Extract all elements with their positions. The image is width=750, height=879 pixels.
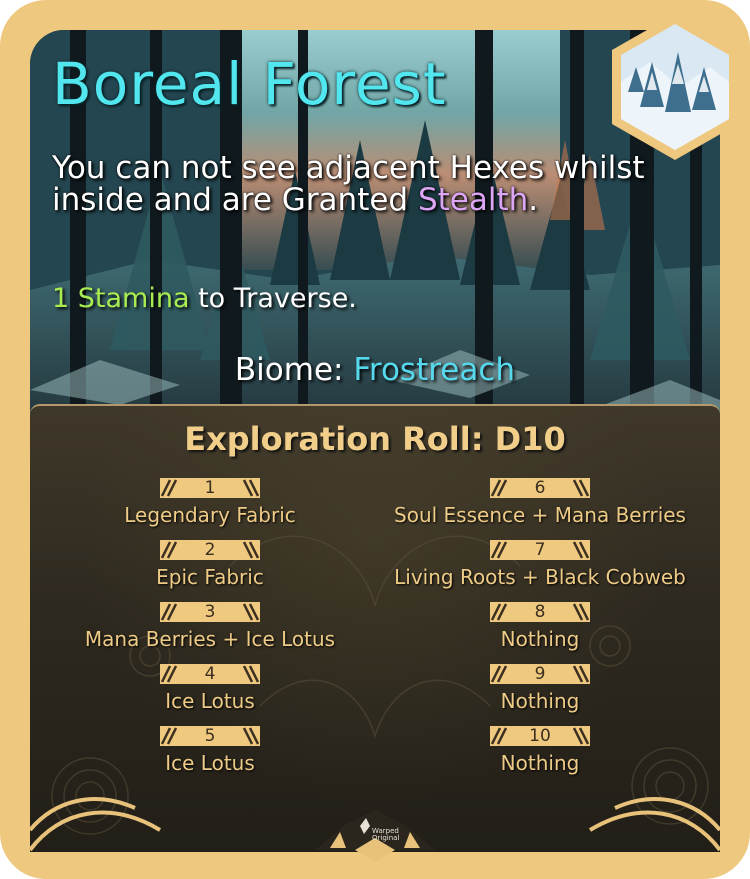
stamina-cost: 1 Stamina [52, 283, 190, 314]
hatch-right-icon [242, 540, 260, 560]
hatch-right-icon [242, 664, 260, 684]
roll-entry: 8 Nothing [375, 602, 705, 664]
roll-reward: Nothing [500, 689, 580, 713]
biome-line: Biome: Frostreach [30, 352, 720, 388]
roll-entry: 6 Soul Essence + Mana Berries [375, 478, 705, 540]
biome-label: Biome: [234, 352, 354, 388]
hatch-right-icon [242, 602, 260, 622]
roll-entry: 1 Legendary Fabric [45, 478, 375, 540]
brand-line-2: Original [372, 834, 400, 842]
roll-entry: 2 Epic Fabric [45, 540, 375, 602]
hatch-right-icon [572, 602, 590, 622]
roll-reward: Ice Lotus [165, 751, 255, 775]
roll-reward: Living Roots + Black Cobweb [394, 565, 686, 589]
hatch-right-icon [572, 478, 590, 498]
roll-badge: 5 [160, 726, 260, 746]
roll-reward: Epic Fabric [156, 565, 264, 589]
biome-value: Frostreach [353, 352, 516, 388]
roll-entry: 5 Ice Lotus [45, 726, 375, 788]
snowy-forest-hex-icon [612, 14, 738, 160]
roll-reward: Nothing [500, 751, 580, 775]
roll-reward: Soul Essence + Mana Berries [394, 503, 686, 527]
exploration-roll-title: Exploration Roll: D10 [184, 420, 566, 458]
roll-reward: Nothing [500, 627, 580, 651]
brand-watermark: Warped Original [372, 828, 399, 842]
roll-column-left: 1 Legendary Fabric 2 Epic Fabric 3 Mana … [45, 478, 375, 788]
roll-entry: 7 Living Roots + Black Cobweb [375, 540, 705, 602]
roll-entry: 10 Nothing [375, 726, 705, 788]
hatch-right-icon [242, 726, 260, 746]
roll-reward: Legendary Fabric [124, 503, 296, 527]
roll-badge: 9 [490, 664, 590, 684]
roll-entry: 4 Ice Lotus [45, 664, 375, 726]
roll-badge: 8 [490, 602, 590, 622]
roll-column-right: 6 Soul Essence + Mana Berries 7 Living R… [375, 478, 705, 788]
traverse-cost: 1 Stamina to Traverse. [52, 283, 357, 314]
roll-badge: 4 [160, 664, 260, 684]
card-title: Boreal Forest [52, 50, 447, 118]
roll-reward: Ice Lotus [165, 689, 255, 713]
stealth-keyword: Stealth [417, 182, 529, 218]
hatch-right-icon [572, 540, 590, 560]
roll-badge: 7 [490, 540, 590, 560]
description-end: . [528, 182, 539, 218]
roll-badge: 2 [160, 540, 260, 560]
roll-badge: 1 [160, 478, 260, 498]
card-description: You can not see adjacent Hexes whilst in… [52, 152, 692, 216]
hatch-right-icon [572, 726, 590, 746]
roll-entry: 9 Nothing [375, 664, 705, 726]
traverse-text: to Traverse. [189, 283, 357, 314]
hatch-right-icon [242, 478, 260, 498]
roll-badge: 6 [490, 478, 590, 498]
roll-entry: 3 Mana Berries + Ice Lotus [45, 602, 375, 664]
roll-badge: 3 [160, 602, 260, 622]
description-text: You can not see adjacent Hexes whilst in… [52, 150, 645, 218]
biome-card: Boreal Forest You can not see adjacent H… [0, 0, 750, 879]
exploration-panel: Exploration Roll: D10 1 Legendary Fabric… [30, 404, 720, 852]
roll-reward: Mana Berries + Ice Lotus [84, 627, 336, 651]
hatch-right-icon [572, 664, 590, 684]
roll-badge: 10 [490, 726, 590, 746]
